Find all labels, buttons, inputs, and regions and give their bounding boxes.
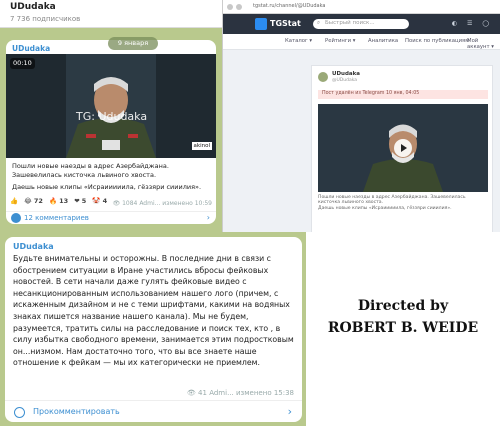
comment-label: Прокомментировать: [33, 407, 120, 416]
subscriber-count: 7 736 подписчиков: [10, 15, 81, 23]
eye-icon: 👁: [186, 389, 196, 397]
statement-text: Будьте внимательны и осторожны. В послед…: [13, 254, 294, 368]
menu-catalog[interactable]: Каталог ▾: [285, 38, 312, 44]
navbar-icons[interactable]: ◐ ☰ ◯: [452, 20, 493, 27]
video-watermark: TG: Ududaka: [76, 110, 148, 123]
reactions-bar: 👍 😂 72 🔥 13 ❤ 5 🤡 4: [10, 197, 111, 209]
statement-meta: 👁 41 Admi... изменено 15:38: [187, 389, 294, 397]
comment-button[interactable]: Прокомментировать ›: [5, 400, 302, 422]
channel-post: UDudaka 00:10 TG: Ududaka akinol Пошли н…: [6, 40, 216, 224]
statement-edited-time: изменено 15:38: [236, 389, 294, 397]
comment-icon: [14, 407, 25, 418]
address-bar[interactable]: tgstat.ru/channel/@UDudaka: [223, 0, 500, 14]
post-channel-name[interactable]: UDudaka: [12, 44, 50, 53]
avatars-icon: [11, 213, 21, 223]
post-text-second: Даешь новые клипы «Исраииииилa, гёззяри …: [12, 183, 202, 191]
menu-ratings[interactable]: Рейтинги ▾: [325, 38, 355, 44]
quick-search-input[interactable]: ⌕ Быстрый поиск...: [313, 19, 409, 29]
menu-post-search[interactable]: Поиск по публикациям: [405, 38, 469, 44]
avatar[interactable]: [318, 72, 328, 82]
comments-button[interactable]: 12 комментариев ›: [6, 211, 216, 224]
card-channel-handle: @UDudaka: [332, 78, 358, 83]
deleted-notice: Пост удалён из Telegram 10 янв, 04:05: [318, 90, 488, 99]
post-author: Admi...: [139, 200, 161, 207]
card-caption-second: Даешь новые клипы «Исраииииилa, гёззяри …: [318, 206, 452, 211]
statement-channel-name[interactable]: UDudaka: [13, 242, 54, 251]
chevron-right-icon: ›: [206, 213, 210, 222]
reaction-clown[interactable]: 🤡 4: [92, 197, 107, 205]
url-text[interactable]: tgstat.ru/channel/@UDudaka: [253, 3, 325, 9]
post-text: Пошли новые наезды в адрес Азербайджана.…: [12, 162, 169, 179]
site-brand[interactable]: TGStat: [270, 19, 301, 28]
reaction-heart[interactable]: ❤ 5: [74, 197, 86, 205]
chat-header[interactable]: UDudaka 7 736 подписчиков: [0, 0, 222, 28]
back-icon[interactable]: [227, 4, 233, 10]
comments-count-label: 12 комментариев: [24, 214, 89, 222]
chevron-right-icon: ›: [287, 405, 292, 418]
menu-account[interactable]: Мой аккаунт ▾: [467, 38, 500, 50]
video-player[interactable]: 00:10 TG: Ududaka akinol: [6, 54, 216, 158]
tgstat-logo-icon[interactable]: [255, 18, 267, 30]
view-count: 1084: [122, 200, 138, 207]
menu-analytics[interactable]: Аналитика: [368, 38, 398, 44]
reaction-thumbs-up[interactable]: 👍: [10, 197, 18, 205]
statement-view-count: 41: [198, 389, 207, 397]
telegram-window-top: UDudaka 7 736 подписчиков UDudaka 00:10 …: [0, 0, 222, 232]
eye-icon: 👁: [112, 200, 121, 207]
play-icon[interactable]: [394, 139, 412, 157]
reaction-laugh[interactable]: 😂 72: [24, 197, 43, 205]
card-video-player[interactable]: [318, 104, 488, 192]
site-navbar: TGStat ⌕ Быстрый поиск... ◐ ☰ ◯: [223, 14, 500, 34]
site-menu: Каталог ▾ Рейтинги ▾ Аналитика Поиск по …: [223, 34, 500, 50]
channel-post-statement: UDudaka Будьте внимательны и осторожны. …: [5, 237, 302, 422]
browser-window: tgstat.ru/channel/@UDudaka TGStat ⌕ Быст…: [222, 0, 500, 232]
deleted-notice-text: Пост удалён из Telegram 10 янв, 04:05: [322, 91, 420, 96]
forward-icon[interactable]: [236, 4, 242, 10]
card-caption: Пошли новые наезды в адрес Азербайджана.…: [318, 195, 466, 205]
credit-line-1: Directed by: [357, 298, 449, 314]
search-icon: ⌕: [317, 20, 321, 26]
post-preview-card: UDudaka @UDudaka Пост удалён из Telegram…: [311, 65, 493, 232]
card-channel-name[interactable]: UDudaka: [332, 71, 360, 77]
broadcaster-logo: akinol: [191, 142, 212, 150]
search-placeholder: Быстрый поиск...: [325, 20, 375, 26]
date-separator: 9 января: [108, 37, 158, 50]
edited-time: изменено 10:59: [162, 200, 212, 207]
credit-line-2: ROBERT B. WEIDE: [327, 320, 479, 336]
video-duration-badge: 00:10: [10, 58, 35, 69]
reaction-fire[interactable]: 🔥 13: [49, 197, 68, 205]
video-frame-image: [6, 54, 216, 158]
statement-author: Admi...: [209, 389, 234, 397]
channel-title: UDudaka: [10, 2, 56, 12]
credit-overlay: Directed by ROBERT B. WEIDE: [306, 232, 500, 426]
post-meta: 👁 1084 Admi... изменено 10:59: [113, 200, 212, 207]
